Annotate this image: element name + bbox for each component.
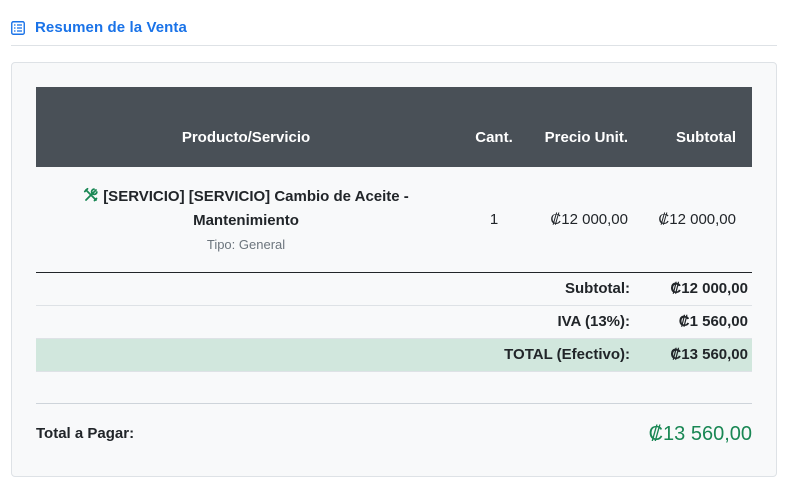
section-title: Resumen de la Venta [35,19,187,36]
total-row: TOTAL (Efectivo): ₡13 560,00 [36,338,752,372]
column-header-price-label: Precio Unit. [544,129,628,146]
receipt-icon [11,21,25,35]
column-header-subtotal: Subtotal [676,129,736,146]
totals-table: Subtotal: ₡12 000,00 IVA (13%): ₡1 560,0… [36,272,752,372]
table-row: [SERVICIO] [SERVICIO] Cambio de Aceite -… [36,167,752,273]
column-header-price: Precio Unit. [532,87,642,167]
item-name: [SERVICIO] [SERVICIO] Cambio de Aceite -… [36,185,456,233]
subtotal-row: Subtotal: ₡12 000,00 [36,272,752,306]
item-product-cell: [SERVICIO] [SERVICIO] Cambio de Aceite -… [36,167,456,273]
amount-due-value: ₡13 560,00 [648,423,752,445]
column-header-qty: Cant. [475,129,513,146]
item-name-line1: [SERVICIO] [SERVICIO] Cambio de Aceite - [103,188,409,206]
divider [36,403,752,404]
section-header: Resumen de la Venta [11,17,777,46]
amount-due-label: Total a Pagar: [36,425,135,442]
subtotal-value: ₡12 000,00 [642,272,752,306]
sale-summary-card: Producto/Servicio Cant. Precio Unit. Sub… [11,62,777,477]
items-table: Producto/Servicio Cant. Precio Unit. Sub… [36,87,752,273]
item-type: Tipo: General [206,237,286,253]
item-unit-price: ₡12 000,00 [532,167,642,273]
total-value: ₡13 560,00 [642,338,752,372]
column-header-product: Producto/Servicio [181,129,311,146]
iva-row: IVA (13%): ₡1 560,00 [36,305,752,339]
total-label: TOTAL (Efectivo): [36,338,642,372]
item-subtotal: ₡12 000,00 [642,167,752,273]
item-qty: 1 [456,167,532,273]
table-header-row: Producto/Servicio Cant. Precio Unit. Sub… [36,87,752,167]
item-name-line2: Mantenimiento [193,212,299,230]
subtotal-label: Subtotal: [36,272,642,306]
iva-label: IVA (13%): [36,305,642,339]
tools-icon [84,188,98,202]
iva-value: ₡1 560,00 [642,305,752,339]
